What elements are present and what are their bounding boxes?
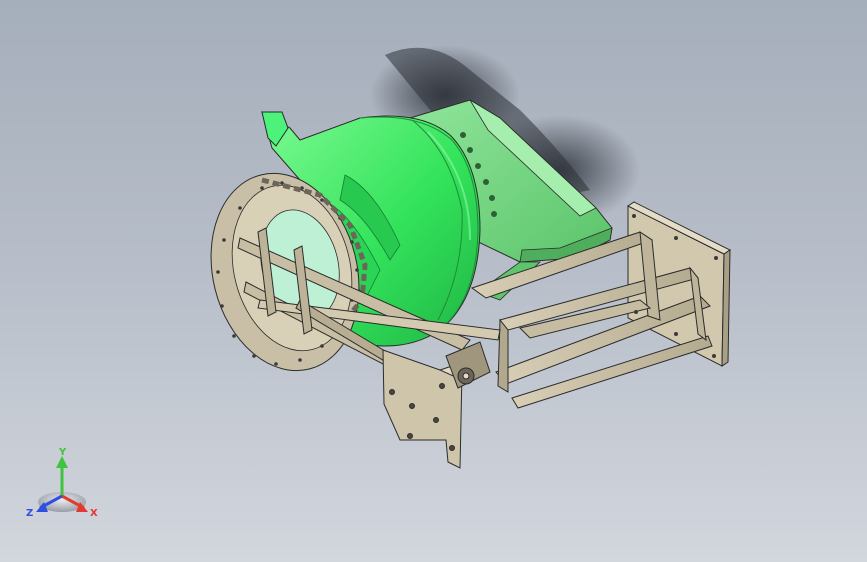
cad-model-scene[interactable] — [0, 0, 867, 562]
x-axis-label: X — [90, 508, 98, 519]
y-axis-arrow[interactable] — [56, 456, 68, 496]
graphics-viewport[interactable]: Y X Z — [0, 0, 867, 562]
y-axis-label: Y — [58, 447, 67, 458]
z-axis-label: Z — [26, 508, 33, 519]
view-orientation-triad[interactable]: Y X Z — [22, 446, 112, 526]
